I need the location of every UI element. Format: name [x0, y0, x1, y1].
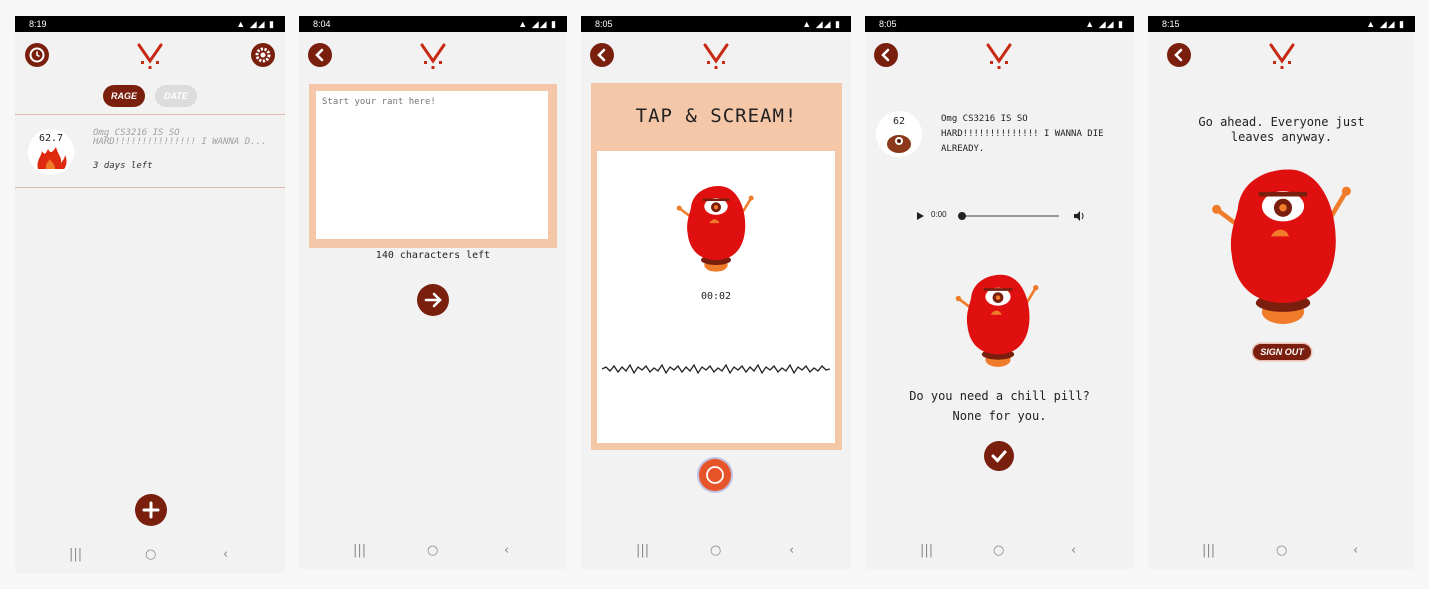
gear-icon [255, 47, 271, 63]
status-icons: ▲ ◢◢ ▮ [518, 19, 557, 29]
waveform [602, 363, 830, 375]
next-button[interactable] [417, 284, 449, 316]
message-line-1: Do you need a chill pill? [909, 389, 1090, 403]
settings-button[interactable] [251, 43, 275, 67]
back-button[interactable]: ‹ [223, 547, 228, 562]
home-button[interactable]: ○ [427, 543, 438, 558]
android-nav-bar: ||| ○ ‹ [299, 535, 567, 569]
scream-panel: TAP & SCREAM! 00:02 [591, 83, 842, 450]
screen-compose: 8:04 ▲ ◢◢ ▮ 140 characters left ||| ○ ‹ [299, 16, 567, 569]
message-line-2: leaves anyway. [1230, 130, 1333, 144]
score-avatar: 62 [876, 111, 922, 157]
app-logo [1267, 41, 1297, 71]
monster-illustration [953, 266, 1043, 376]
app-logo [984, 41, 1014, 71]
fire-icon [37, 147, 67, 169]
status-time: 8:05 [879, 19, 897, 29]
audio-progress-bar[interactable] [958, 212, 1059, 220]
recents-button[interactable]: ||| [353, 543, 366, 558]
volume-icon[interactable] [1073, 210, 1085, 222]
monster-illustration [663, 183, 769, 275]
status-time: 8:19 [29, 19, 47, 29]
score-avatar: 62.7 [28, 129, 74, 175]
record-icon [706, 466, 724, 484]
clock-icon [29, 47, 45, 63]
rant-list-item[interactable]: 62.7 Omg CS3216 IS SO HARD!!!!!!!!!!!!!!… [15, 115, 285, 187]
status-bar: 8:19 ▲ ◢◢ ▮ [15, 16, 285, 32]
status-time: 8:15 [1162, 19, 1180, 29]
add-rant-button[interactable] [135, 494, 167, 526]
audio-time: 0:00 [931, 210, 947, 219]
confirm-button[interactable] [984, 441, 1014, 471]
rant-expiry: 3 days left [93, 161, 153, 171]
rant-text: Omg CS3216 IS SO HARD!!!!!!!!!!!!!!! I W… [93, 128, 267, 147]
back-button[interactable]: ‹ [504, 543, 509, 558]
back-button[interactable] [590, 43, 614, 67]
back-button[interactable] [308, 43, 332, 67]
tab-rage[interactable]: RAGE [103, 85, 145, 107]
recents-button[interactable]: ||| [69, 547, 82, 562]
monster-avatar-icon [887, 135, 911, 153]
rant-input-frame [309, 84, 557, 248]
status-bar: 8:15 ▲ ◢◢ ▮ [1148, 16, 1415, 32]
recents-button[interactable]: ||| [1202, 543, 1215, 558]
android-nav-bar: ||| ○ ‹ [581, 535, 851, 569]
message-line-2: None for you. [952, 409, 1047, 423]
status-icons: ▲ ◢◢ ▮ [236, 19, 275, 29]
rant-input[interactable] [316, 91, 548, 239]
message-line-1: Go ahead. Everyone just [1198, 115, 1365, 129]
app-logo [701, 41, 731, 71]
play-icon[interactable] [915, 211, 925, 221]
sign-out-button[interactable]: SIGN OUT [1253, 344, 1311, 360]
status-bar: 8:04 ▲ ◢◢ ▮ [299, 16, 567, 32]
history-button[interactable] [25, 43, 49, 67]
record-button[interactable] [699, 459, 731, 491]
android-nav-bar: ||| ○ ‹ [1148, 535, 1415, 569]
recents-button[interactable]: ||| [920, 543, 933, 558]
home-button[interactable]: ○ [1276, 543, 1287, 558]
android-nav-bar: ||| ○ ‹ [15, 539, 285, 573]
status-bar: 8:05 ▲ ◢◢ ▮ [865, 16, 1134, 32]
home-button[interactable]: ○ [993, 543, 1004, 558]
chevron-left-icon [1174, 48, 1183, 62]
status-bar: 8:05 ▲ ◢◢ ▮ [581, 16, 851, 32]
arrow-right-icon [424, 292, 442, 308]
screen-scream: 8:05 ▲ ◢◢ ▮ TAP & SCREAM! 00:02 ||| ○ ‹ [581, 16, 851, 569]
chevron-left-icon [597, 48, 606, 62]
back-button[interactable] [874, 43, 898, 67]
check-icon [991, 450, 1007, 463]
audio-player[interactable]: 0:00 [907, 204, 1093, 228]
screen-result: 8:05 ▲ ◢◢ ▮ 62 Omg CS3216 IS SO HARD!!!!… [865, 16, 1134, 569]
status-time: 8:05 [595, 19, 613, 29]
back-button[interactable]: ‹ [1353, 543, 1358, 558]
status-icons: ▲ ◢◢ ▮ [1085, 19, 1124, 29]
chevron-left-icon [881, 48, 890, 62]
char-counter: 140 characters left [375, 250, 491, 261]
divider [15, 187, 285, 188]
status-icons: ▲ ◢◢ ▮ [1366, 19, 1405, 29]
status-icons: ▲ ◢◢ ▮ [802, 19, 841, 29]
screen-signout: 8:15 ▲ ◢◢ ▮ Go ahead. Everyone just leav… [1148, 16, 1415, 569]
tab-date[interactable]: DATE [155, 85, 197, 107]
back-button[interactable]: ‹ [789, 543, 794, 558]
back-button[interactable]: ‹ [1071, 543, 1076, 558]
screen-rage-list: 8:19 ▲ ◢◢ ▮ RAGE DATE 62.7 Omg CS3216 IS… [15, 16, 285, 573]
home-button[interactable]: ○ [710, 543, 721, 558]
plus-icon [142, 501, 160, 519]
home-button[interactable]: ○ [145, 547, 156, 562]
scream-card[interactable]: 00:02 [597, 151, 835, 443]
monster-illustration [1200, 164, 1366, 330]
android-nav-bar: ||| ○ ‹ [865, 535, 1134, 569]
status-time: 8:04 [313, 19, 331, 29]
scream-header: TAP & SCREAM! [635, 105, 798, 127]
recents-button[interactable]: ||| [636, 543, 649, 558]
recording-timer: 00:02 [700, 291, 732, 302]
back-button[interactable] [1167, 43, 1191, 67]
chevron-left-icon [315, 48, 324, 62]
app-logo [418, 41, 448, 71]
rant-text: Omg CS3216 IS SO HARD!!!!!!!!!!!!!! I WA… [941, 114, 1104, 154]
audio-scrubber[interactable] [958, 212, 966, 220]
app-logo [135, 41, 165, 71]
